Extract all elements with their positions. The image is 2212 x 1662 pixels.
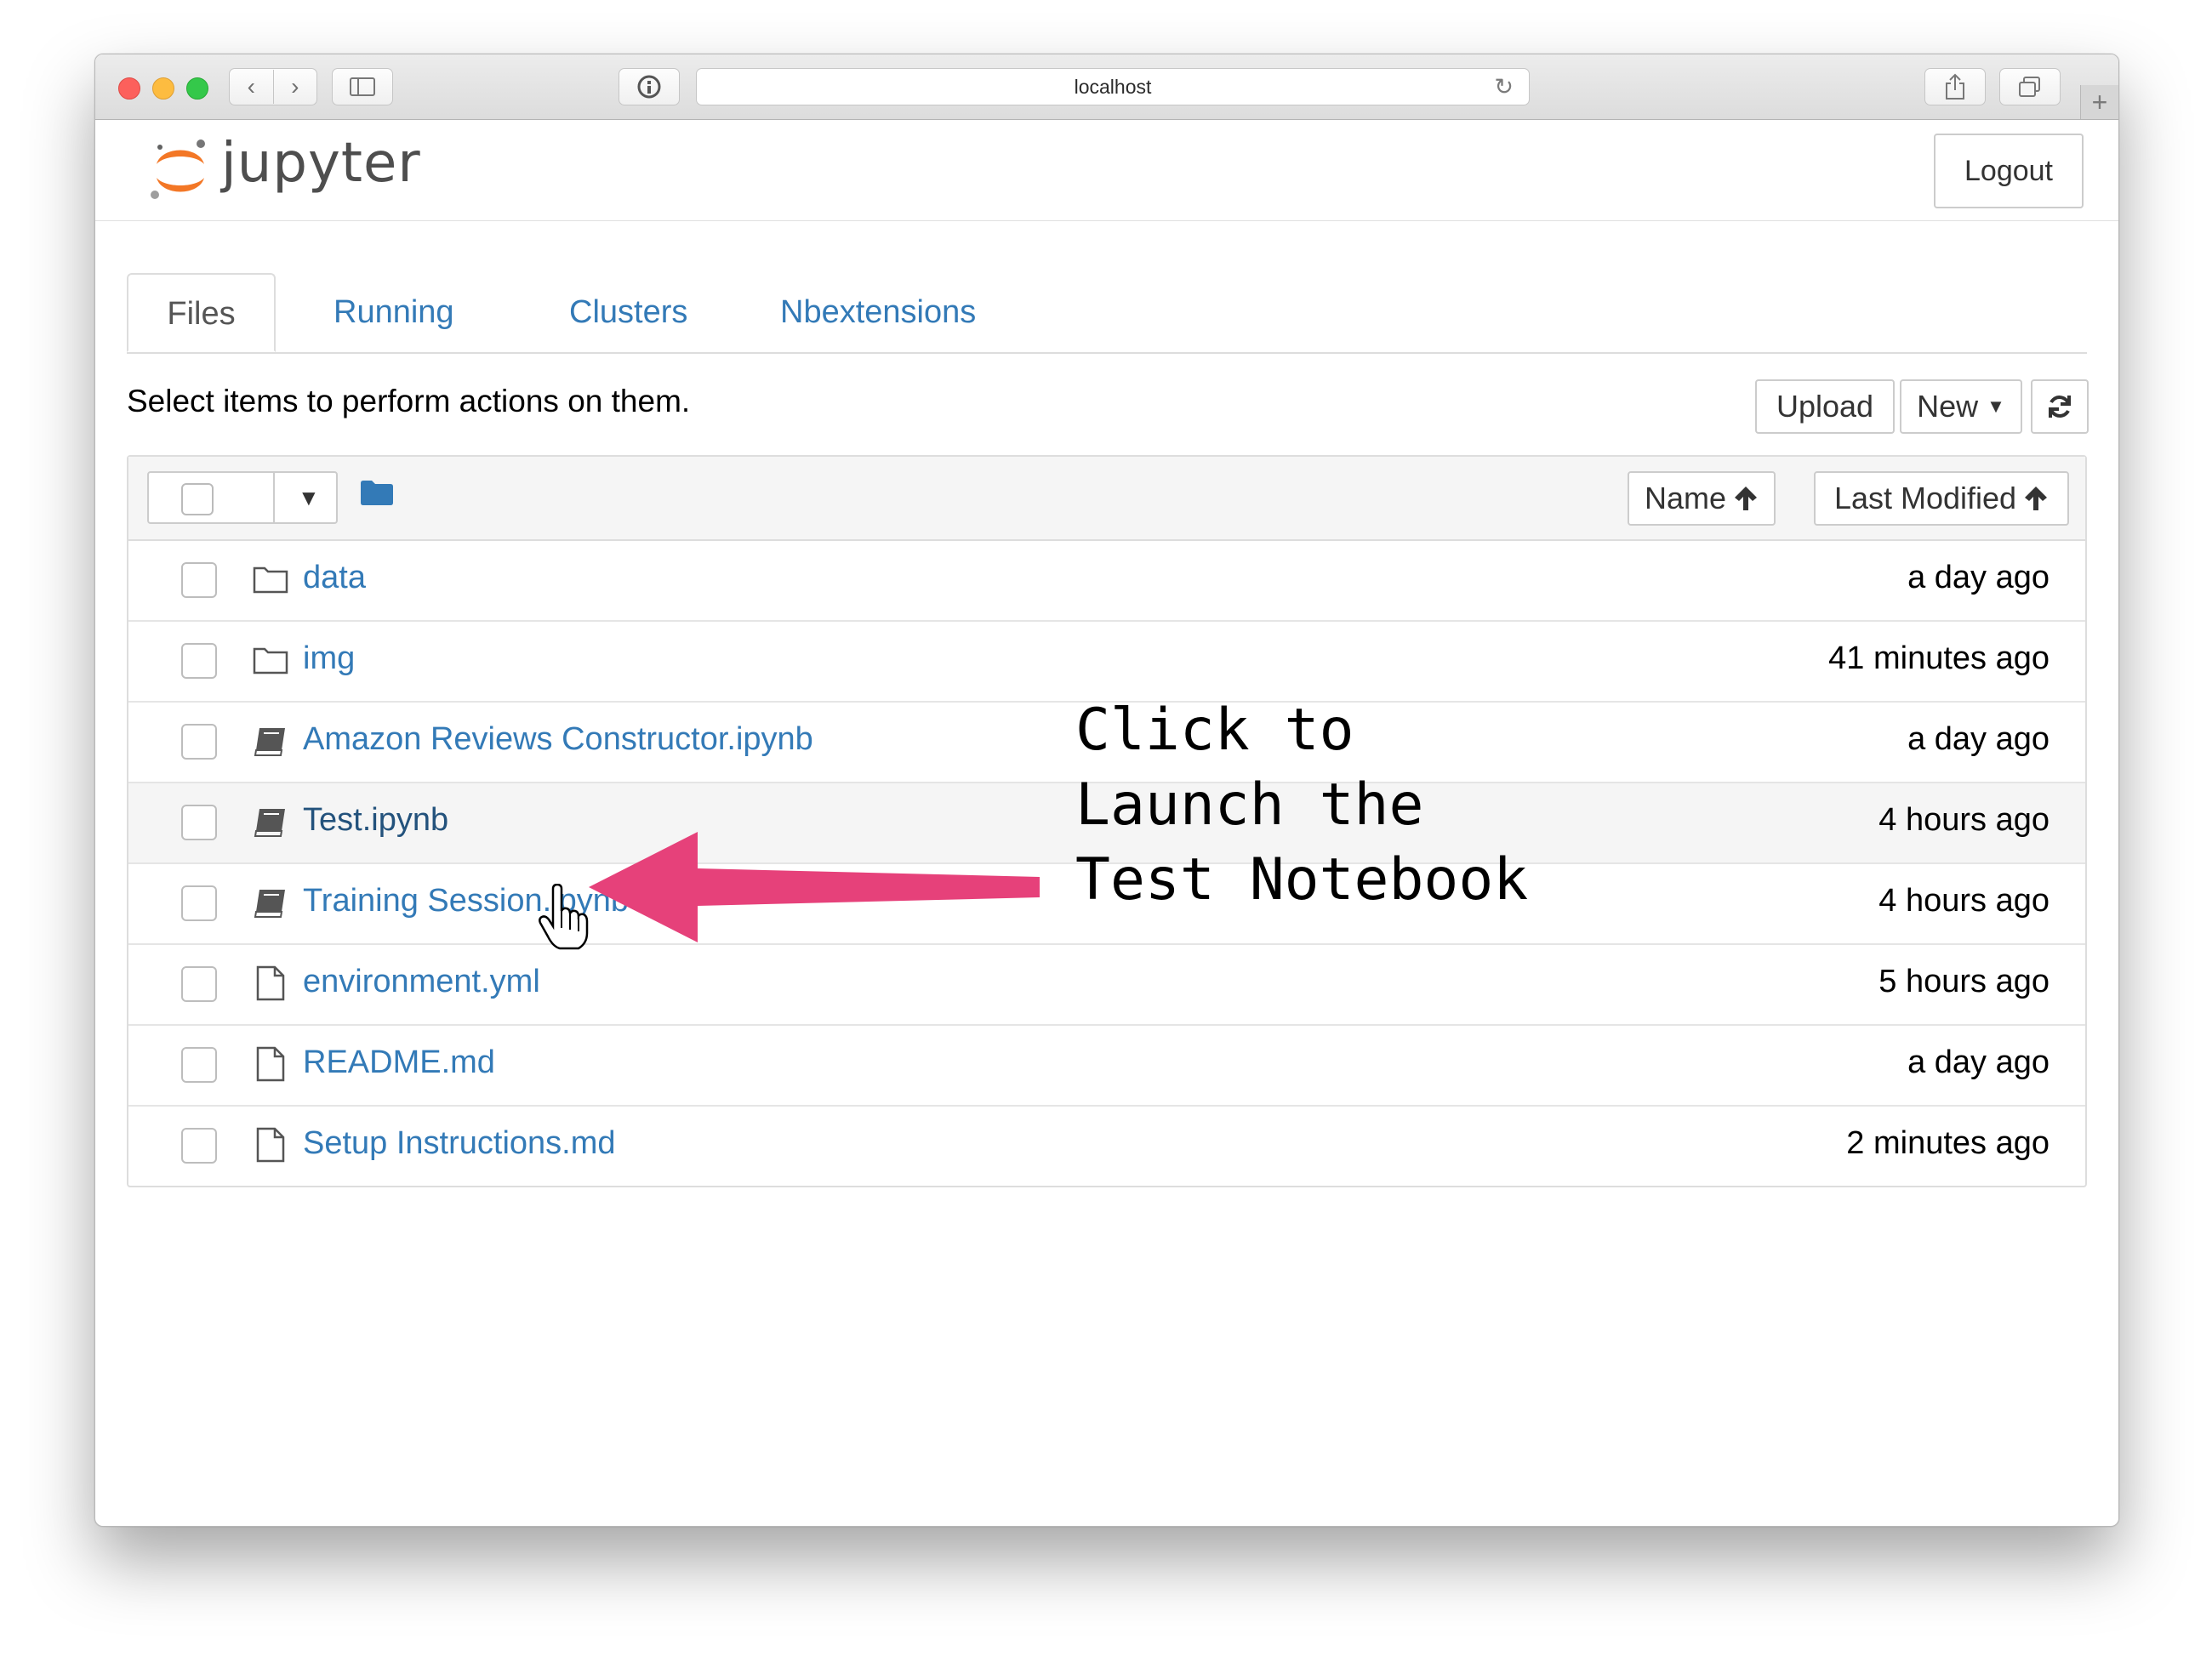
caret-down-icon: ▼ [1987, 396, 2005, 417]
divider [273, 473, 275, 522]
tab-files[interactable]: Files [127, 273, 276, 352]
arrow-up-icon [1735, 487, 1758, 510]
item-name-link[interactable]: Amazon Reviews Constructor.ipynb [303, 721, 813, 758]
folder-icon [253, 647, 288, 674]
list-item[interactable]: img 41 minutes ago [128, 622, 2085, 703]
zoom-window-button[interactable] [186, 77, 208, 100]
tabs-icon [2019, 77, 2040, 97]
nav-buttons: ‹ › [229, 68, 317, 105]
new-dropdown-button[interactable]: New ▼ [1900, 379, 2022, 434]
row-checkbox[interactable] [181, 724, 217, 760]
hand-cursor-icon [539, 884, 589, 950]
file-icon [256, 1127, 285, 1163]
list-item[interactable]: environment.yml 5 hours ago [128, 945, 2085, 1026]
item-modified: a day ago [1907, 1044, 2050, 1080]
item-name-link[interactable]: img [303, 640, 355, 677]
tab-nbextensions[interactable]: Nbextensions [780, 273, 976, 352]
annotation-line-1: Click to [1075, 697, 1354, 764]
minimize-window-button[interactable] [152, 77, 174, 100]
row-checkbox[interactable] [181, 1047, 217, 1083]
url-text: localhost [1074, 75, 1152, 98]
tab-running[interactable]: Running [334, 273, 454, 352]
logout-button[interactable]: Logout [1934, 134, 2084, 208]
sidebar-icon [350, 77, 375, 96]
new-tab-button[interactable]: + [2080, 85, 2118, 119]
reload-icon[interactable]: ↻ [1494, 74, 1514, 100]
jupyter-logo-icon[interactable] [146, 135, 214, 203]
sort-modified-label: Last Modified [1833, 481, 2017, 515]
file-icon [256, 1046, 285, 1082]
sidebar-toggle-button[interactable] [332, 68, 393, 105]
sort-by-modified-button[interactable]: Last Modified [1814, 471, 2069, 526]
list-item[interactable]: Setup Instructions.md 2 minutes ago [128, 1107, 2085, 1186]
sort-name-label: Name [1644, 481, 1727, 515]
address-bar[interactable]: localhost ↻ [696, 68, 1530, 105]
upload-button[interactable]: Upload [1755, 379, 1895, 434]
annotation-line-2: Launch the [1075, 771, 1424, 839]
pointer-arrow-icon [589, 832, 1040, 942]
item-modified: 5 hours ago [1878, 964, 2050, 999]
jupyter-logo-text[interactable]: jupyter [221, 132, 421, 195]
selection-hint: Select items to perform actions on them. [127, 384, 691, 418]
notebook-icon [254, 890, 285, 918]
item-name-link[interactable]: environment.yml [303, 964, 540, 1000]
notebook-icon [254, 728, 285, 756]
item-modified: a day ago [1907, 721, 2050, 757]
refresh-icon [2049, 396, 2071, 418]
folder-icon [253, 566, 288, 594]
tab-clusters[interactable]: Clusters [569, 273, 687, 352]
row-checkbox[interactable] [181, 966, 217, 1002]
row-checkbox[interactable] [181, 562, 217, 598]
row-checkbox[interactable] [181, 885, 217, 921]
show-tabs-button[interactable] [1999, 68, 2061, 105]
row-checkbox[interactable] [181, 805, 217, 840]
new-label: New [1917, 389, 1979, 424]
sort-by-name-button[interactable]: Name [1628, 471, 1776, 526]
row-checkbox[interactable] [181, 643, 217, 679]
item-name-link[interactable]: data [303, 560, 366, 596]
item-modified: 4 hours ago [1878, 883, 2050, 919]
list-item[interactable]: data a day ago [128, 541, 2085, 622]
browser-window: ‹ › localhost ↻ + jupyter Logout Files R… [94, 54, 2119, 1527]
info-icon [637, 75, 661, 99]
close-window-button[interactable] [118, 77, 140, 100]
item-modified: 4 hours ago [1878, 802, 2050, 838]
file-icon [256, 965, 285, 1001]
site-info-button[interactable] [619, 68, 680, 105]
row-checkbox[interactable] [181, 1128, 217, 1164]
file-list-header: ▼ Name Last Modified [128, 457, 2085, 541]
main-tabs: Files Running Clusters Nbextensions [127, 273, 2087, 354]
item-modified: 41 minutes ago [1828, 640, 2050, 676]
arrow-up-icon [2025, 487, 2048, 510]
folder-home-icon[interactable] [360, 479, 394, 506]
caret-down-icon[interactable]: ▼ [298, 485, 320, 511]
list-item[interactable]: README.md a day ago [128, 1026, 2085, 1107]
refresh-button[interactable] [2031, 379, 2089, 434]
annotation-line-3: Test Notebook [1075, 846, 1529, 914]
forward-button[interactable]: › [272, 70, 317, 104]
item-name-link[interactable]: Setup Instructions.md [303, 1125, 616, 1162]
item-modified: a day ago [1907, 560, 2050, 595]
back-button[interactable]: ‹ [230, 70, 273, 104]
item-name-link[interactable]: Test.ipynb [303, 802, 448, 839]
notebook-icon [254, 809, 285, 837]
share-icon [1946, 73, 1964, 100]
item-modified: 2 minutes ago [1846, 1125, 2050, 1161]
jupyter-header: jupyter Logout [95, 120, 2118, 221]
share-button[interactable] [1924, 68, 1986, 105]
browser-titlebar: ‹ › localhost ↻ + [95, 54, 2118, 120]
select-all-checkbox[interactable] [181, 483, 214, 515]
item-name-link[interactable]: README.md [303, 1044, 495, 1081]
select-all-control[interactable]: ▼ [147, 471, 338, 524]
